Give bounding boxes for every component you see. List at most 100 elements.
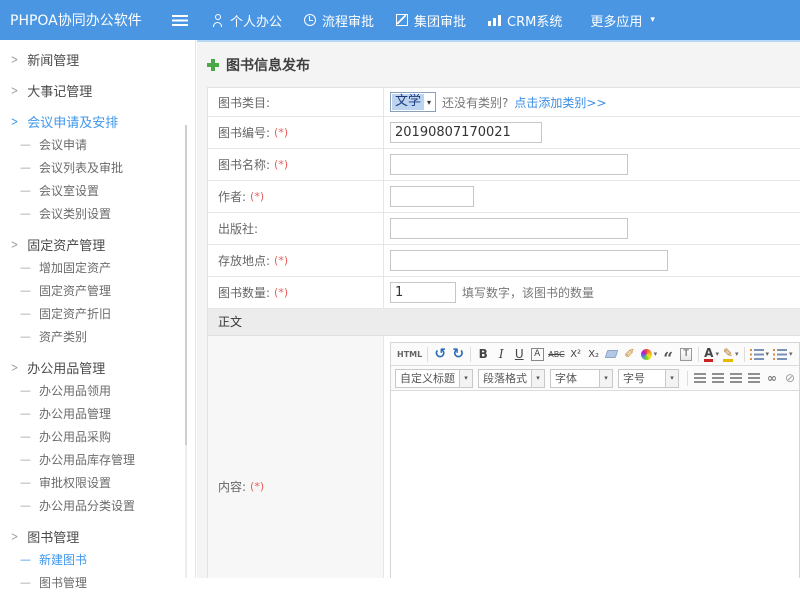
- publisher-input[interactable]: [390, 218, 628, 239]
- person-icon: [212, 14, 224, 27]
- sidebar-subitem[interactable]: —办公用品库存管理: [0, 448, 195, 471]
- book-name-input[interactable]: [390, 154, 628, 175]
- undo-icon[interactable]: ↺: [431, 345, 449, 364]
- link-icon[interactable]: ∞: [763, 369, 781, 388]
- sidebar-subitem[interactable]: —固定资产管理: [0, 279, 195, 302]
- sidebar-subitem[interactable]: —会议列表及审批: [0, 156, 195, 179]
- paragraph-format-select[interactable]: 段落格式▾: [478, 369, 545, 388]
- sidebar-subitem[interactable]: —会议申请: [0, 133, 195, 156]
- chevron-right-icon: >: [11, 52, 18, 66]
- nav-item-label: 集团审批: [414, 11, 466, 30]
- eraser-icon-shape: [605, 350, 619, 358]
- quantity-input[interactable]: [390, 282, 456, 303]
- dash-icon: —: [20, 138, 31, 151]
- bold-icon[interactable]: B: [474, 345, 492, 364]
- location-input[interactable]: [390, 250, 668, 271]
- sidebar-section[interactable]: >大事记管理: [0, 78, 195, 102]
- dash-icon: —: [20, 261, 31, 274]
- strikethrough-icon[interactable]: ABC: [546, 345, 566, 364]
- chevron-right-icon: >: [11, 237, 18, 251]
- nav-item-label: 流程审批: [322, 11, 374, 30]
- sidebar-subitem[interactable]: —办公用品采购: [0, 425, 195, 448]
- menu-toggle-icon[interactable]: [172, 15, 188, 26]
- font-size-select[interactable]: 字号▾: [618, 369, 679, 388]
- sidebar-subitem[interactable]: —办公用品管理: [0, 402, 195, 425]
- italic-icon-glyph: I: [499, 347, 504, 361]
- highlight-color-icon[interactable]: ✎▾: [721, 345, 741, 364]
- sidebar-section[interactable]: >新闻管理: [0, 47, 195, 71]
- unordered-list-icon[interactable]: ▾: [771, 345, 795, 364]
- align-left-icon[interactable]: [691, 369, 709, 388]
- sidebar-subitem[interactable]: —会议类别设置: [0, 202, 195, 225]
- sidebar-subitem[interactable]: —办公用品分类设置: [0, 494, 195, 517]
- quantity-label: 图书数量:: [218, 284, 270, 301]
- caret-down-icon: ▾: [599, 370, 612, 387]
- source-code-button[interactable]: HTML: [395, 345, 424, 364]
- format-painter-icon[interactable]: ✐: [621, 345, 639, 364]
- nav-more-apps[interactable]: 更多应用▾: [584, 11, 655, 30]
- sidebar-item-label: 办公用品分类设置: [39, 497, 135, 514]
- sidebar-subitem[interactable]: —资产类别: [0, 325, 195, 348]
- font-color-icon-glyph: A: [704, 346, 713, 362]
- publisher-label: 出版社:: [218, 220, 258, 237]
- sidebar-subitem[interactable]: —办公用品领用: [0, 379, 195, 402]
- subscript-icon[interactable]: X₂: [585, 345, 603, 364]
- sidebar-section[interactable]: >固定资产管理: [0, 232, 195, 256]
- nav-item-label: CRM系统: [507, 11, 562, 30]
- form-row-publisher: 出版社:: [208, 213, 800, 245]
- sidebar-subitem[interactable]: —图书管理: [0, 571, 195, 594]
- editor-content-area[interactable]: [391, 391, 799, 578]
- sidebar-section[interactable]: >会议申请及安排: [0, 109, 195, 133]
- sidebar-scrollbar-thumb[interactable]: [185, 125, 187, 445]
- ordered-list-icon-shape: [750, 349, 764, 360]
- dash-icon: —: [20, 453, 31, 466]
- sidebar-subitem[interactable]: —审批权限设置: [0, 471, 195, 494]
- form-row-category: 图书类目: 文学 ▾ 还没有类别? 点击添加类别>>: [208, 88, 800, 117]
- dash-icon: —: [20, 161, 31, 174]
- sidebar-section[interactable]: >办公用品管理: [0, 355, 195, 379]
- align-right-icon-shape: [730, 373, 742, 383]
- sidebar-section[interactable]: >图书管理: [0, 524, 195, 548]
- eraser-icon[interactable]: [603, 345, 621, 364]
- unlink-icon[interactable]: ⊘: [781, 369, 799, 388]
- underline-icon[interactable]: U: [510, 345, 528, 364]
- align-right-icon[interactable]: [727, 369, 745, 388]
- blockquote-icon[interactable]: “: [659, 345, 677, 364]
- custom-title-select[interactable]: 自定义标题▾: [395, 369, 473, 388]
- category-select[interactable]: 文学 ▾: [390, 92, 436, 112]
- add-category-link[interactable]: 点击添加类别>>: [514, 94, 606, 111]
- author-input[interactable]: [390, 186, 474, 207]
- font-family-select[interactable]: 字体▾: [550, 369, 613, 388]
- justify-icon[interactable]: [745, 369, 763, 388]
- dash-icon: —: [20, 184, 31, 197]
- ordered-list-icon[interactable]: ▾: [748, 345, 772, 364]
- font-color-icon[interactable]: A▾: [702, 345, 721, 364]
- dash-icon: —: [20, 330, 31, 343]
- auto-typeset-icon[interactable]: ▾: [639, 345, 660, 364]
- paragraph-format-select-label: 段落格式: [479, 370, 531, 387]
- book-code-input[interactable]: [390, 122, 542, 143]
- nav-item-label: 个人办公: [230, 11, 282, 30]
- nav-group-approval[interactable]: 集团审批: [396, 11, 466, 30]
- superscript-icon-glyph: X²: [570, 349, 581, 360]
- paste-text-icon[interactable]: T: [677, 345, 695, 364]
- custom-title-select-label: 自定义标题: [396, 370, 459, 387]
- align-center-icon[interactable]: [709, 369, 727, 388]
- nav-personal-office[interactable]: 个人办公: [212, 11, 282, 30]
- form-row-author: 作者: (*): [208, 181, 800, 213]
- nav-crm-system[interactable]: CRM系统: [488, 11, 562, 30]
- body-section-header: 正文: [208, 309, 800, 336]
- redo-icon[interactable]: ↻: [449, 345, 467, 364]
- font-border-icon[interactable]: A: [528, 345, 546, 364]
- sidebar-subitem[interactable]: —新建图书: [0, 548, 195, 571]
- dash-icon: —: [20, 553, 31, 566]
- sidebar-subitem[interactable]: — 会议室设置: [0, 179, 195, 202]
- sidebar-item-label: 会议室设置: [39, 182, 99, 199]
- nav-workflow-approval[interactable]: 流程审批: [304, 11, 374, 30]
- caret-down-icon: ▾: [789, 350, 793, 358]
- superscript-icon[interactable]: X²: [567, 345, 585, 364]
- sidebar-subitem[interactable]: —增加固定资产: [0, 256, 195, 279]
- italic-icon[interactable]: I: [492, 345, 510, 364]
- sidebar-subitem[interactable]: —固定资产折旧: [0, 302, 195, 325]
- caret-down-icon: ▾: [715, 350, 719, 358]
